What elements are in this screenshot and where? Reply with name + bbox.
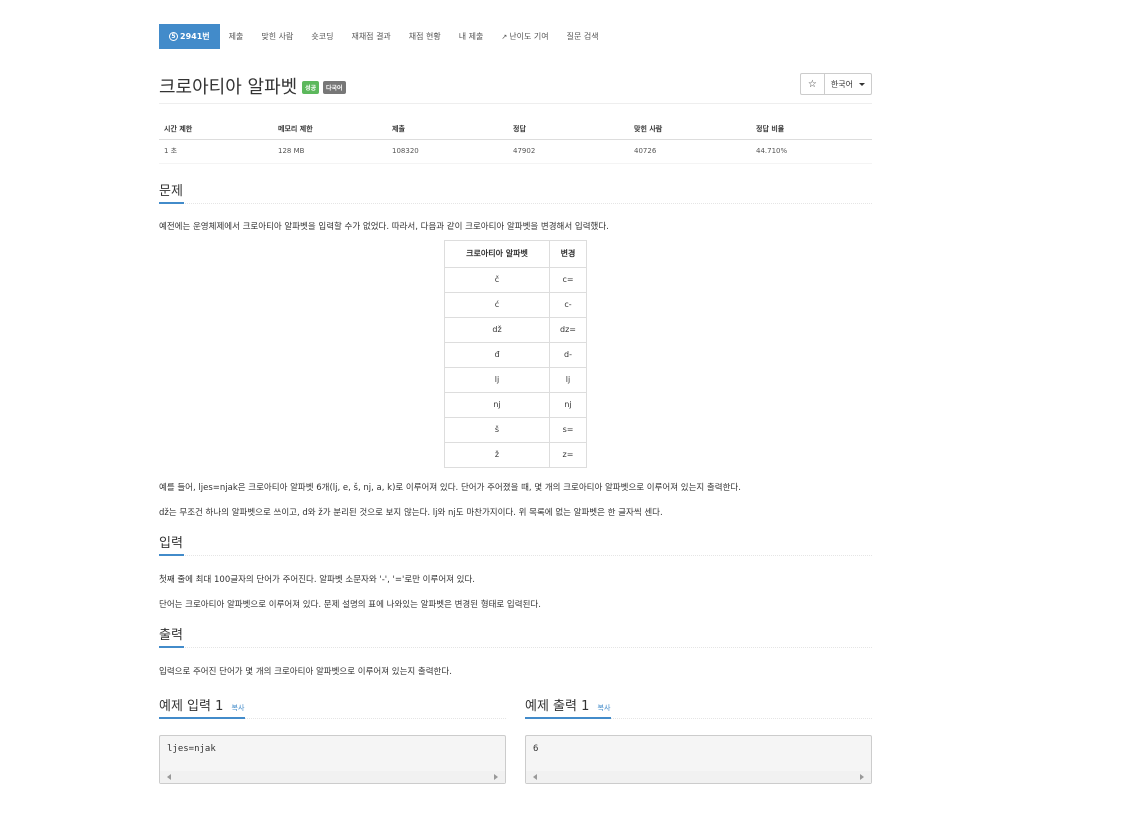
info-value: 128 MB [273, 139, 387, 164]
horizontal-scrollbar[interactable] [526, 770, 871, 783]
level-icon: 5 [169, 32, 178, 41]
info-header: 제출 [387, 120, 508, 140]
sample-output-heading: 예제 출력 1 [525, 698, 590, 714]
problem-menu: 5 2941번 제출 맞힌 사람 숏코딩 재채점 결과 채점 현황 내 제출 ↗… [159, 24, 872, 49]
problem-title-row: 크로아티아 알파벳 성공 다국어 ☆ 한국어 [159, 73, 872, 104]
sample-input: 예제 입력 1 복사 ljes=njak [159, 695, 506, 784]
problem-info-table: 시간 제한 메모리 제한 제출 정답 맞힌 사람 정답 비율 1 초 128 M… [159, 120, 872, 164]
solved-label: 성공 [302, 81, 320, 94]
output-heading: 출력 [159, 624, 184, 648]
table-row: dž dz= [444, 316, 587, 343]
nav-short-coding[interactable]: 숏코딩 [302, 24, 342, 49]
info-value: 47902 [508, 139, 629, 164]
sample-output-headline: 예제 출력 1 복사 [525, 695, 872, 719]
info-value: 1 초 [159, 139, 273, 164]
sample-input-box[interactable]: ljes=njak [159, 734, 506, 784]
info-header: 정답 비율 [751, 120, 872, 140]
scroll-left-icon[interactable] [167, 773, 171, 780]
info-value[interactable]: 108320 [387, 139, 508, 164]
info-value[interactable]: 40726 [629, 139, 751, 164]
table-row: ć c- [444, 291, 587, 318]
sample-input-heading: 예제 입력 1 [159, 698, 224, 714]
scroll-left-icon[interactable] [533, 773, 537, 780]
table-row: đ d- [444, 341, 587, 368]
sample-input-headline: 예제 입력 1 복사 [159, 695, 506, 719]
input-headline: 입력 [159, 532, 872, 556]
alphabet-table: 크로아티아 알파벳 변경 č c= ć c- dž dz= đ d- lj lj nj nj… [444, 239, 587, 468]
nav-rejudge-results[interactable]: 재채점 결과 [342, 24, 399, 49]
input-heading: 입력 [159, 532, 184, 556]
description-example: 예를 들어, ljes=njak은 크로아티아 알파벳 6개(lj, e, š,… [159, 482, 741, 493]
description-intro: 예전에는 운영체제에서 크로아티아 알파벳을 입력할 수가 없었다. 따라서, … [159, 221, 609, 232]
table-row: š s= [444, 416, 587, 443]
copy-output-button[interactable]: 복사 [598, 704, 611, 712]
input-para-2: 단어는 크로아티아 알파벳으로 이루어져 있다. 문제 설명의 표에 나와있는 … [159, 599, 541, 610]
info-header: 맞힌 사람 [629, 120, 751, 140]
nav-judge-status[interactable]: 채점 현황 [400, 24, 450, 49]
alphabet-table-header: 크로아티아 알파벳 [444, 239, 550, 268]
table-row: ž z= [444, 441, 587, 468]
table-row: lj lj [444, 366, 587, 393]
samples: 예제 입력 1 복사 ljes=njak 예제 출력 1 복사 6 [159, 695, 872, 784]
scroll-right-icon[interactable] [494, 773, 498, 780]
external-link-icon: ↗ [501, 32, 508, 41]
sample-output-box[interactable]: 6 [525, 734, 872, 784]
star-icon[interactable]: ☆ [799, 73, 825, 95]
horizontal-scrollbar[interactable] [160, 770, 505, 783]
problem-page: 5 2941번 제출 맞힌 사람 숏코딩 재채점 결과 채점 현황 내 제출 ↗… [159, 24, 872, 784]
sample-output: 예제 출력 1 복사 6 [525, 695, 872, 784]
nav-submit[interactable]: 제출 [220, 24, 253, 49]
caret-down-icon [859, 82, 865, 86]
nav-problem-number[interactable]: 5 2941번 [159, 24, 220, 49]
multilang-label: 다국어 [323, 81, 346, 94]
info-value: 44.710% [751, 139, 872, 164]
nav-solved-users[interactable]: 맞힌 사람 [252, 24, 302, 49]
description-note: dž는 무조건 하나의 알파벳으로 쓰이고, d와 ž가 분리된 것으로 보지 … [159, 507, 663, 518]
nav-question-search[interactable]: 질문 검색 [558, 24, 608, 49]
output-para-1: 입력으로 주어진 단어가 몇 개의 크로아티아 알파벳으로 이루어져 있는지 출… [159, 666, 452, 677]
input-para-1: 첫째 줄에 최대 100글자의 단어가 주어진다. 알파벳 소문자와 '-', … [159, 574, 476, 585]
scroll-right-icon[interactable] [860, 773, 864, 780]
alphabet-table-header: 변경 [549, 239, 587, 268]
copy-input-button[interactable]: 복사 [232, 704, 245, 712]
description-heading: 문제 [159, 180, 184, 204]
sample-output-value: 6 [533, 743, 539, 754]
description-headline: 문제 [159, 180, 872, 204]
nav-my-submissions[interactable]: 내 제출 [450, 24, 493, 49]
title-tools: ☆ 한국어 [799, 73, 872, 95]
table-row: nj nj [444, 391, 587, 418]
language-dropdown[interactable]: 한국어 [824, 73, 872, 95]
info-header: 정답 [508, 120, 629, 140]
nav-difficulty-contribution[interactable]: ↗ 난이도 기여 [492, 24, 557, 49]
info-header: 메모리 제한 [273, 120, 387, 140]
output-headline: 출력 [159, 624, 872, 648]
problem-title: 크로아티아 알파벳 [159, 77, 298, 98]
info-header: 시간 제한 [159, 120, 273, 140]
table-row: č c= [444, 266, 587, 293]
sample-input-value: ljes=njak [167, 743, 216, 754]
